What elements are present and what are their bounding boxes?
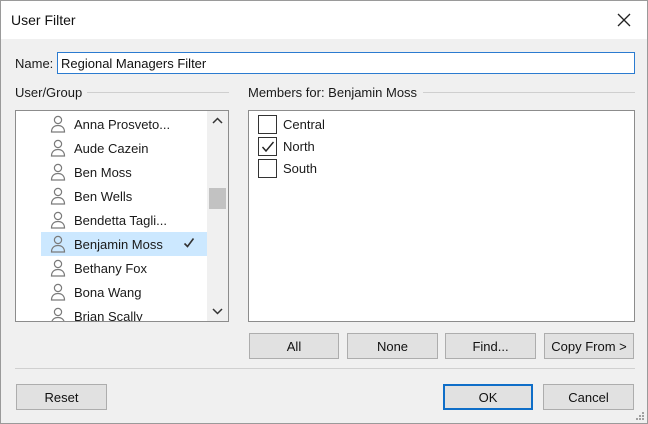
user-list-item[interactable]: Ben Wells: [41, 184, 207, 208]
chevron-up-icon: [212, 117, 223, 124]
user-name: Benjamin Moss: [74, 236, 163, 252]
user-name: Bona Wang: [74, 284, 142, 300]
user-group-separator: [87, 92, 229, 93]
scroll-thumb[interactable]: [209, 188, 226, 209]
user-list-item[interactable]: Bethany Fox: [41, 256, 207, 280]
member-label: South: [283, 160, 317, 176]
user-list-item[interactable]: Brian Scally: [41, 304, 207, 322]
user-group-label: User/Group: [15, 85, 83, 100]
members-list: Central North South: [248, 110, 635, 322]
user-name: Anna Prosveto...: [74, 116, 171, 132]
checkmark-icon: [261, 141, 275, 152]
user-list-item[interactable]: Bona Wang: [41, 280, 207, 304]
user-icon: [50, 211, 66, 229]
members-label: Members for: Benjamin Moss: [248, 85, 418, 100]
title-bar: User Filter: [1, 1, 647, 39]
checkbox-checked[interactable]: [258, 136, 277, 156]
member-label: Central: [283, 116, 325, 132]
user-icon: [50, 139, 66, 157]
user-list-item[interactable]: Bendetta Tagli...: [41, 208, 207, 232]
find-button[interactable]: Find...: [445, 333, 536, 359]
user-icon: [50, 259, 66, 277]
members-separator: [423, 92, 635, 93]
reset-button[interactable]: Reset: [16, 384, 107, 410]
user-name: Bethany Fox: [74, 260, 147, 276]
all-button[interactable]: All: [249, 333, 339, 359]
user-list-item[interactable]: Ben Moss: [41, 160, 207, 184]
cancel-button[interactable]: Cancel: [543, 384, 634, 410]
checkbox[interactable]: [258, 114, 277, 134]
chevron-down-icon: [212, 308, 223, 315]
checkmark-icon: [183, 238, 195, 248]
user-icon: [50, 235, 66, 253]
resize-grip-icon[interactable]: [635, 411, 645, 421]
member-checkbox-north[interactable]: North: [258, 136, 315, 156]
user-icon: [51, 307, 65, 321]
ok-button[interactable]: OK: [443, 384, 533, 410]
close-button[interactable]: [601, 1, 647, 39]
scroll-up-button[interactable]: [207, 112, 228, 129]
user-list-item-selected[interactable]: Benjamin Moss: [41, 232, 207, 256]
user-name: Bendetta Tagli...: [74, 212, 167, 228]
user-list-item[interactable]: Aude Cazein: [41, 136, 207, 160]
copy-from-button[interactable]: Copy From >: [544, 333, 634, 359]
none-button[interactable]: None: [347, 333, 438, 359]
user-name: Ben Moss: [74, 164, 132, 180]
user-list[interactable]: Anna Prosveto... Aude Cazein Ben Moss Be…: [15, 110, 229, 322]
user-icon: [50, 187, 66, 205]
user-icon: [50, 115, 66, 133]
user-icon: [50, 163, 66, 181]
user-name: Ben Wells: [74, 188, 133, 204]
name-input[interactable]: [57, 52, 635, 74]
member-checkbox-south[interactable]: South: [258, 158, 317, 178]
checkbox[interactable]: [258, 158, 277, 178]
footer-divider: [15, 368, 635, 369]
user-filter-dialog: User Filter Name: User/Group Members for…: [0, 0, 648, 424]
member-checkbox-central[interactable]: Central: [258, 114, 325, 134]
user-list-item[interactable]: Anna Prosveto...: [41, 112, 207, 136]
user-list-scrollbar[interactable]: [207, 111, 228, 321]
user-name: Brian Scally: [74, 308, 143, 322]
user-name: Aude Cazein: [74, 140, 149, 156]
dialog-title: User Filter: [11, 12, 76, 28]
member-label: North: [283, 138, 315, 154]
user-icon: [50, 283, 66, 301]
scroll-down-button[interactable]: [207, 303, 228, 320]
close-icon: [617, 13, 631, 27]
name-label: Name:: [15, 56, 54, 71]
